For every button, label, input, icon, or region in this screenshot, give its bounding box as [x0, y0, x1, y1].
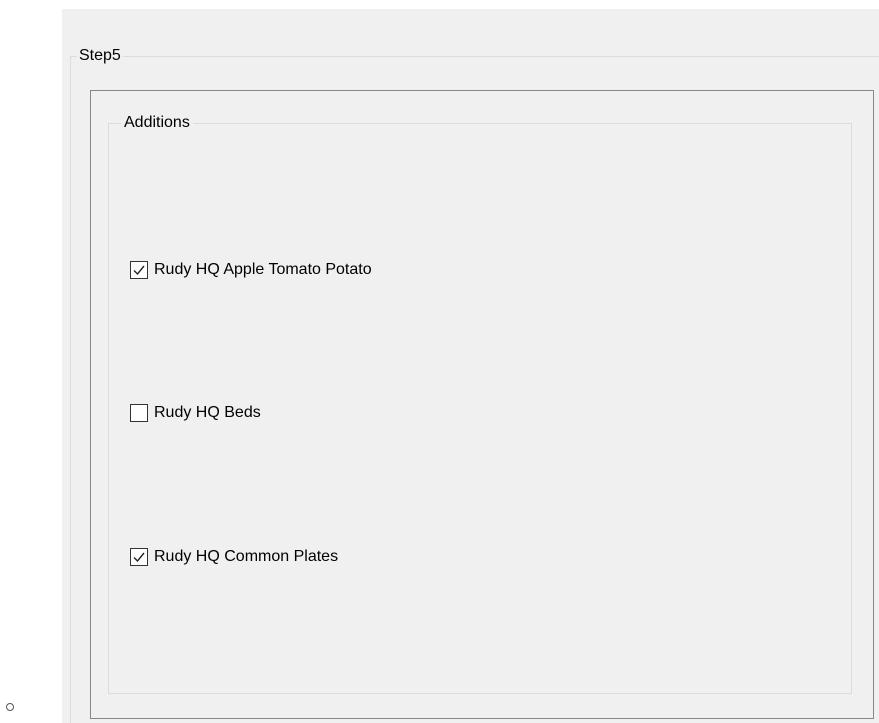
checkmark-icon [133, 265, 145, 276]
step5-groupbox-title: Step5 [77, 47, 123, 65]
checkbox-label: Rudy HQ Beds [154, 404, 261, 421]
window-canvas: Step5 Additions Rudy HQ Apple Tomato Pot… [0, 0, 879, 723]
checkmark-icon [133, 552, 145, 563]
checkbox-label: Rudy HQ Apple Tomato Potato [154, 261, 372, 278]
checkbox-beds[interactable]: Rudy HQ Beds [130, 402, 261, 424]
checkbox-indicator[interactable] [130, 548, 148, 566]
checkbox-label: Rudy HQ Common Plates [154, 548, 339, 565]
checkbox-indicator[interactable] [130, 261, 148, 279]
checkbox-apple-tomato-potato[interactable]: Rudy HQ Apple Tomato Potato [130, 259, 372, 281]
checkbox-indicator[interactable] [130, 404, 148, 422]
radio-icon [6, 703, 14, 711]
checkbox-common-plates[interactable]: Rudy HQ Common Plates [130, 546, 338, 568]
additions-groupbox-title: Additions [121, 114, 193, 132]
